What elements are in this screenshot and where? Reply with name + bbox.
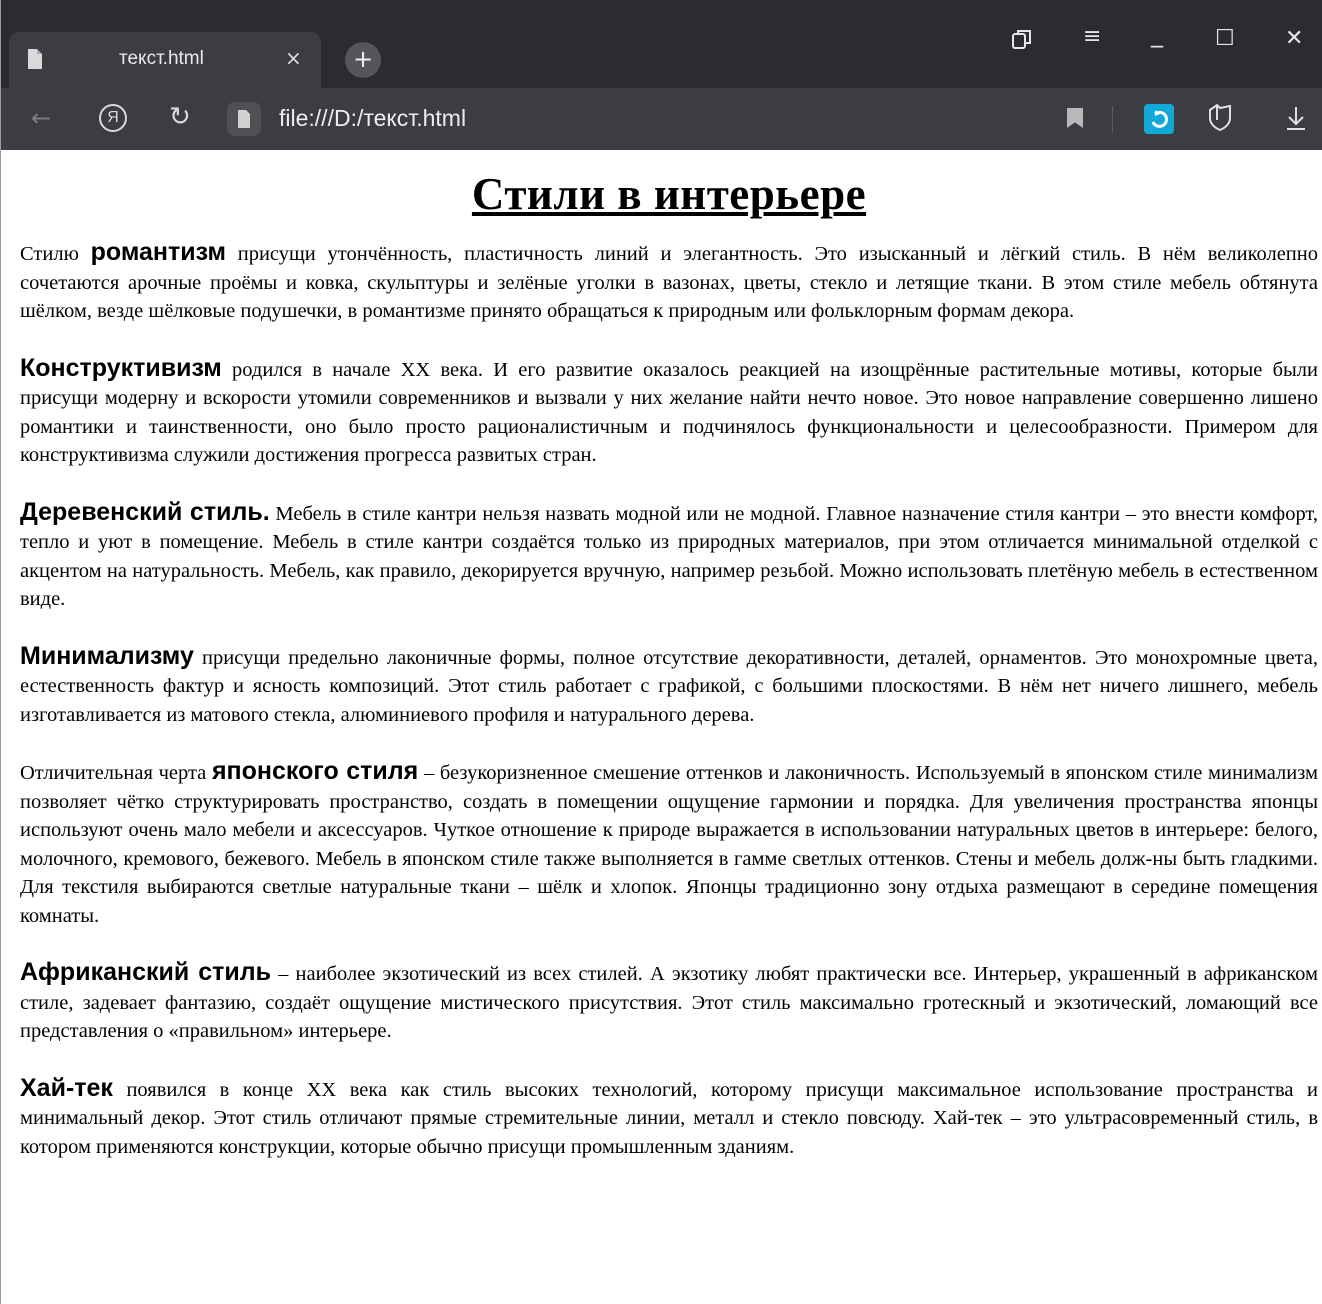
file-icon <box>27 48 43 70</box>
paragraph-japanese: Отличительная черта японского стиля – бе… <box>20 757 1318 930</box>
tab-title: текст.html <box>119 48 204 69</box>
style-keyword: Деревенский стиль. <box>20 497 270 526</box>
paragraph-lead: Отличительная черта <box>20 762 212 784</box>
paragraph-text: появился в конце XX века как стиль высок… <box>20 1078 1318 1158</box>
reload-icon[interactable]: ↻ <box>169 102 191 132</box>
paragraph-african: Африканский стиль – наиболее экзотически… <box>20 958 1318 1046</box>
paragraph-constructivism: Конструктивизм родился в начале XX века.… <box>20 354 1318 470</box>
active-tab[interactable]: текст.html × <box>9 32 321 88</box>
extension-icon[interactable] <box>1144 104 1174 134</box>
page-content: Стили в интерьере Стилю романтизм присущ… <box>20 152 1318 1189</box>
new-tab-button[interactable]: + <box>345 42 381 78</box>
protect-shield-icon[interactable] <box>1207 102 1233 137</box>
style-keyword: Конструктивизм <box>20 353 222 382</box>
minimize-icon[interactable]: _ <box>1151 20 1163 48</box>
style-keyword: романтизм <box>90 238 226 266</box>
tab-bar: текст.html × + ≡ _ ☐ ✕ <box>1 0 1322 92</box>
paragraph-romanticism: Стилю романтизм присущи утончённость, пл… <box>20 238 1318 326</box>
paragraph-text: присущи предельно лаконичные формы, полн… <box>20 646 1318 726</box>
toolbar-divider <box>1112 106 1113 132</box>
download-icon[interactable] <box>1285 104 1307 137</box>
address-bar: ← Я ↻ file:///D:/текст.html <box>1 88 1322 150</box>
paragraph-text: – безукоризненное смешение оттенков и ла… <box>20 762 1318 927</box>
page-info-icon[interactable] <box>227 102 261 136</box>
tab-close-icon[interactable]: × <box>285 46 302 70</box>
paragraph-hitech: Хай-тек появился в конце XX века как сти… <box>20 1074 1318 1162</box>
page-title: Стили в интерьере <box>471 169 867 219</box>
menu-icon[interactable]: ≡ <box>1083 24 1101 49</box>
browser-window: текст.html × + ≡ _ ☐ ✕ ← Я ↻ file:///D:/… <box>0 0 1322 1304</box>
paragraph-lead: Стилю <box>20 243 91 265</box>
tabs-overview-icon[interactable] <box>1011 28 1033 56</box>
back-arrow-icon[interactable]: ← <box>31 104 51 132</box>
style-keyword: Минимализму <box>20 641 194 670</box>
yandex-icon[interactable]: Я <box>99 104 127 132</box>
style-keyword: Хай-тек <box>20 1073 113 1102</box>
close-window-icon[interactable]: ✕ <box>1285 26 1303 51</box>
paragraph-country: Деревенский стиль. Мебель в стиле кантри… <box>20 498 1318 614</box>
style-keyword: Африканский стиль <box>20 958 271 986</box>
paragraph-minimalism: Минимализму присущи предельно лаконичные… <box>20 642 1318 730</box>
url-field[interactable]: file:///D:/текст.html <box>279 105 466 132</box>
maximize-icon[interactable]: ☐ <box>1215 26 1235 51</box>
bookmark-icon[interactable] <box>1067 108 1083 128</box>
style-keyword: японского стиля <box>211 757 419 785</box>
